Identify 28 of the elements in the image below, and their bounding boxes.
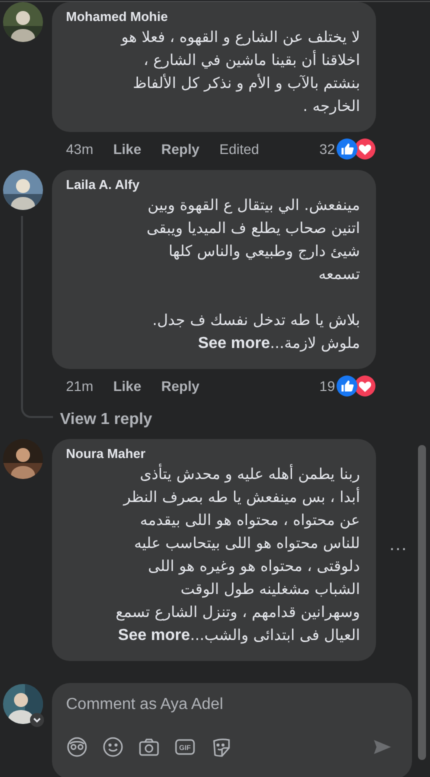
like-link[interactable]: Like — [113, 378, 142, 394]
reaction-count[interactable]: 32 — [319, 140, 335, 156]
author-name[interactable]: Noura Maher — [66, 445, 362, 463]
edited-label: Edited — [219, 140, 260, 156]
reply-link[interactable]: Reply — [161, 140, 200, 156]
like-reaction-icon[interactable] — [336, 138, 358, 160]
sticker-icon[interactable] — [210, 736, 232, 758]
heart-reaction-icon[interactable] — [354, 138, 376, 160]
comment-text: مينفعش. الي بيتقال ع القهوة وبين اتنين صحاب يطلع ف الميديا ويبقى شيئ دارج وطبيعي والناس كلها تسمعه — [146, 195, 361, 285]
heart-reaction-icon[interactable] — [354, 374, 376, 396]
like-reaction-icon[interactable] — [336, 374, 358, 396]
scrollbar[interactable] — [418, 445, 426, 760]
reply-link[interactable]: Reply — [161, 378, 200, 394]
see-more-link[interactable]: See more — [118, 627, 190, 644]
camera-icon[interactable] — [138, 736, 160, 758]
comment-text: لا يختلف عن الشارع و القهوه ، فعلا هو اخلاقنا أن بقينا ماشين في الشارع ، بنشتم بالآب و الأم و نذكر كل الألفاظ الخارجه . — [120, 27, 361, 117]
see-more-link[interactable]: See more — [198, 335, 270, 352]
author-name[interactable]: Laila A. Alfy — [66, 176, 362, 194]
comment-time[interactable]: 21m — [66, 378, 94, 394]
author-name[interactable]: Mohamed Mohie — [66, 8, 362, 26]
reaction-count[interactable]: 19 — [319, 378, 335, 394]
avatar-face-icon[interactable] — [66, 736, 88, 758]
like-link[interactable]: Like — [113, 140, 142, 156]
smiley-icon[interactable] — [102, 736, 124, 758]
view-replies-link[interactable]: View 1 reply — [60, 411, 376, 429]
chevron-down-icon[interactable] — [30, 713, 44, 727]
comment-time[interactable]: 43m — [66, 140, 94, 156]
more-options-button[interactable]: ··· — [389, 539, 407, 557]
